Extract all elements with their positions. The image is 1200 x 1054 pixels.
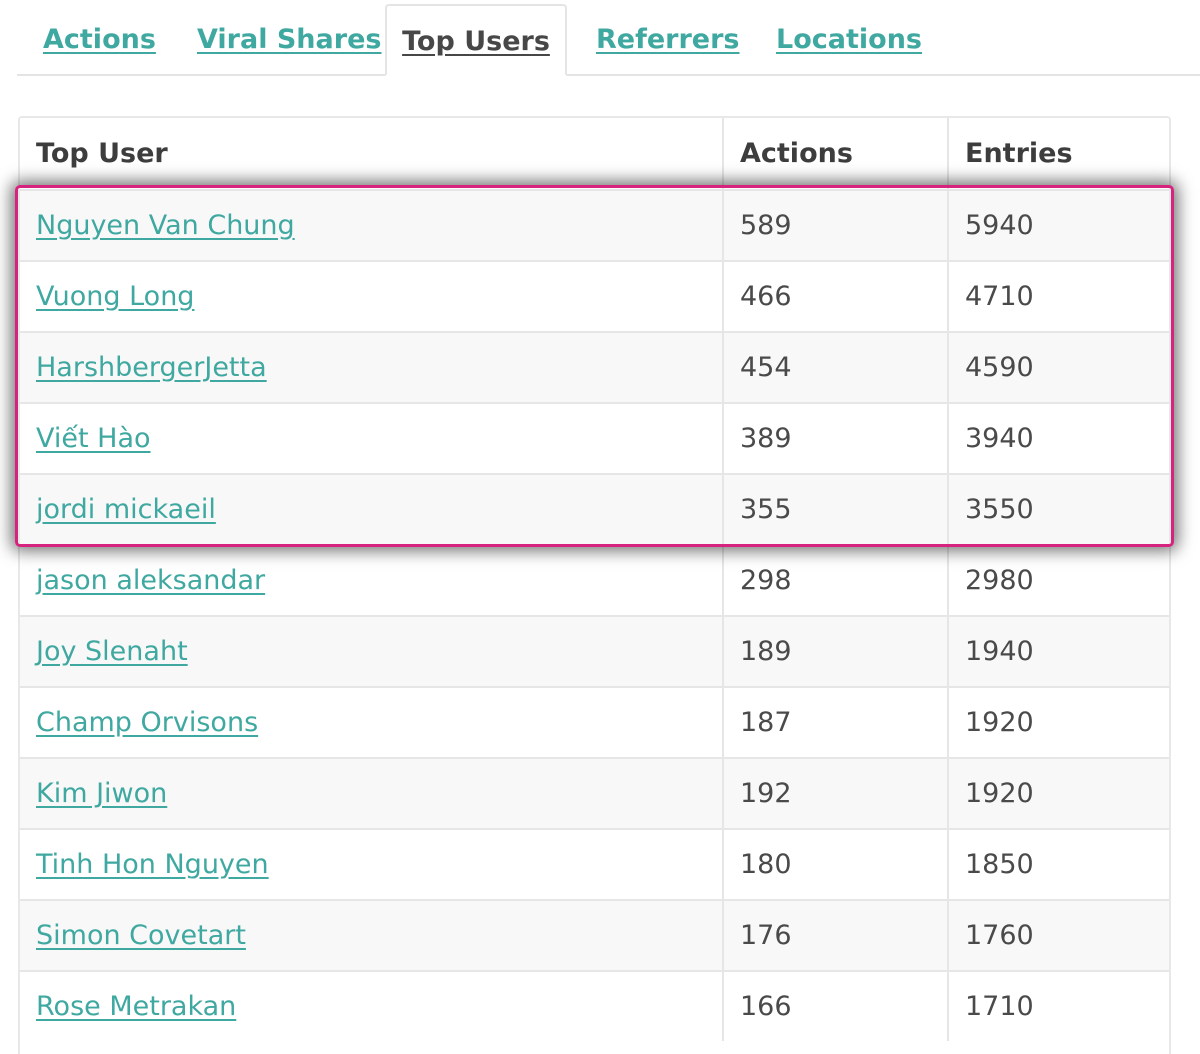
user-cell: Rose Metrakan (20, 972, 722, 1041)
entries-cell: 1920 (947, 688, 1169, 757)
top-users-page: Actions Viral Shares Top Users Referrers… (0, 0, 1200, 1054)
entries-cell: 1710 (947, 972, 1169, 1041)
entries-cell: 4710 (947, 262, 1169, 331)
tab-referrers[interactable]: Referrers (596, 24, 740, 56)
entries-cell: 1850 (947, 830, 1169, 899)
table-row: Tinh Hon Nguyen 180 1850 (20, 828, 1169, 899)
column-header-actions: Actions (722, 118, 947, 189)
top-users-table: Top User Actions Entries Nguyen Van Chun… (18, 116, 1171, 1054)
table-row: Champ Orvisons 187 1920 (20, 686, 1169, 757)
actions-cell: 187 (722, 688, 947, 757)
column-header-entries: Entries (947, 118, 1169, 189)
user-cell: Viết Hào (20, 404, 722, 473)
table-row: HarshbergerJetta 454 4590 (20, 331, 1169, 402)
table-row: Nguyen Van Chung 589 5940 (20, 189, 1169, 260)
user-cell: jordi mickaeil (20, 475, 722, 544)
entries-cell: 1940 (947, 617, 1169, 686)
table-header-row: Top User Actions Entries (20, 118, 1169, 189)
entries-cell: 3940 (947, 404, 1169, 473)
user-link[interactable]: Vuong Long (36, 281, 194, 312)
entries-cell: 2980 (947, 546, 1169, 615)
entries-cell: 1920 (947, 759, 1169, 828)
actions-cell: 192 (722, 759, 947, 828)
actions-cell: 466 (722, 262, 947, 331)
user-link[interactable]: Tinh Hon Nguyen (36, 849, 269, 880)
actions-cell: 180 (722, 830, 947, 899)
entries-cell: 5940 (947, 191, 1169, 260)
user-cell: Vuong Long (20, 262, 722, 331)
table-row: Simon Covetart 176 1760 (20, 899, 1169, 970)
tab-viral-shares[interactable]: Viral Shares (197, 24, 381, 56)
user-link[interactable]: Champ Orvisons (36, 707, 258, 738)
table-row: Kim Jiwon 192 1920 (20, 757, 1169, 828)
table-row: Rose Metrakan 166 1710 (20, 970, 1169, 1041)
actions-cell: 166 (722, 972, 947, 1041)
entries-cell: 1760 (947, 901, 1169, 970)
entries-cell: 3550 (947, 475, 1169, 544)
actions-cell: 189 (722, 617, 947, 686)
table-row: jordi mickaeil 355 3550 (20, 473, 1169, 544)
user-link[interactable]: jason aleksandar (36, 565, 265, 596)
table-row: Viết Hào 389 3940 (20, 402, 1169, 473)
user-cell: Champ Orvisons (20, 688, 722, 757)
actions-cell: 389 (722, 404, 947, 473)
user-link[interactable]: Rose Metrakan (36, 991, 236, 1022)
report-tabs: Actions Viral Shares Top Users Referrers… (17, 0, 1200, 76)
user-link[interactable]: Simon Covetart (36, 920, 246, 951)
column-header-top-user: Top User (36, 138, 168, 169)
entries-cell: 4590 (947, 333, 1169, 402)
user-link[interactable]: Viết Hào (36, 423, 151, 454)
user-link[interactable]: HarshbergerJetta (36, 352, 267, 383)
table-row: Vuong Long 466 4710 (20, 260, 1169, 331)
actions-cell: 176 (722, 901, 947, 970)
table-row: Joy Slenaht 189 1940 (20, 615, 1169, 686)
user-link[interactable]: Nguyen Van Chung (36, 210, 295, 241)
user-link[interactable]: Joy Slenaht (36, 636, 188, 667)
actions-cell: 355 (722, 475, 947, 544)
tab-top-users[interactable]: Top Users (385, 4, 567, 76)
user-cell: Nguyen Van Chung (20, 191, 722, 260)
table-row: jason aleksandar 298 2980 (20, 544, 1169, 615)
user-cell: Joy Slenaht (20, 617, 722, 686)
user-cell: Tinh Hon Nguyen (20, 830, 722, 899)
user-link[interactable]: Kim Jiwon (36, 778, 167, 809)
tab-locations[interactable]: Locations (776, 24, 922, 56)
user-cell: jason aleksandar (20, 546, 722, 615)
tab-actions[interactable]: Actions (43, 24, 156, 56)
actions-cell: 454 (722, 333, 947, 402)
user-cell: Simon Covetart (20, 901, 722, 970)
user-cell: HarshbergerJetta (20, 333, 722, 402)
actions-cell: 298 (722, 546, 947, 615)
user-cell: Kim Jiwon (20, 759, 722, 828)
actions-cell: 589 (722, 191, 947, 260)
user-link[interactable]: jordi mickaeil (36, 494, 216, 525)
